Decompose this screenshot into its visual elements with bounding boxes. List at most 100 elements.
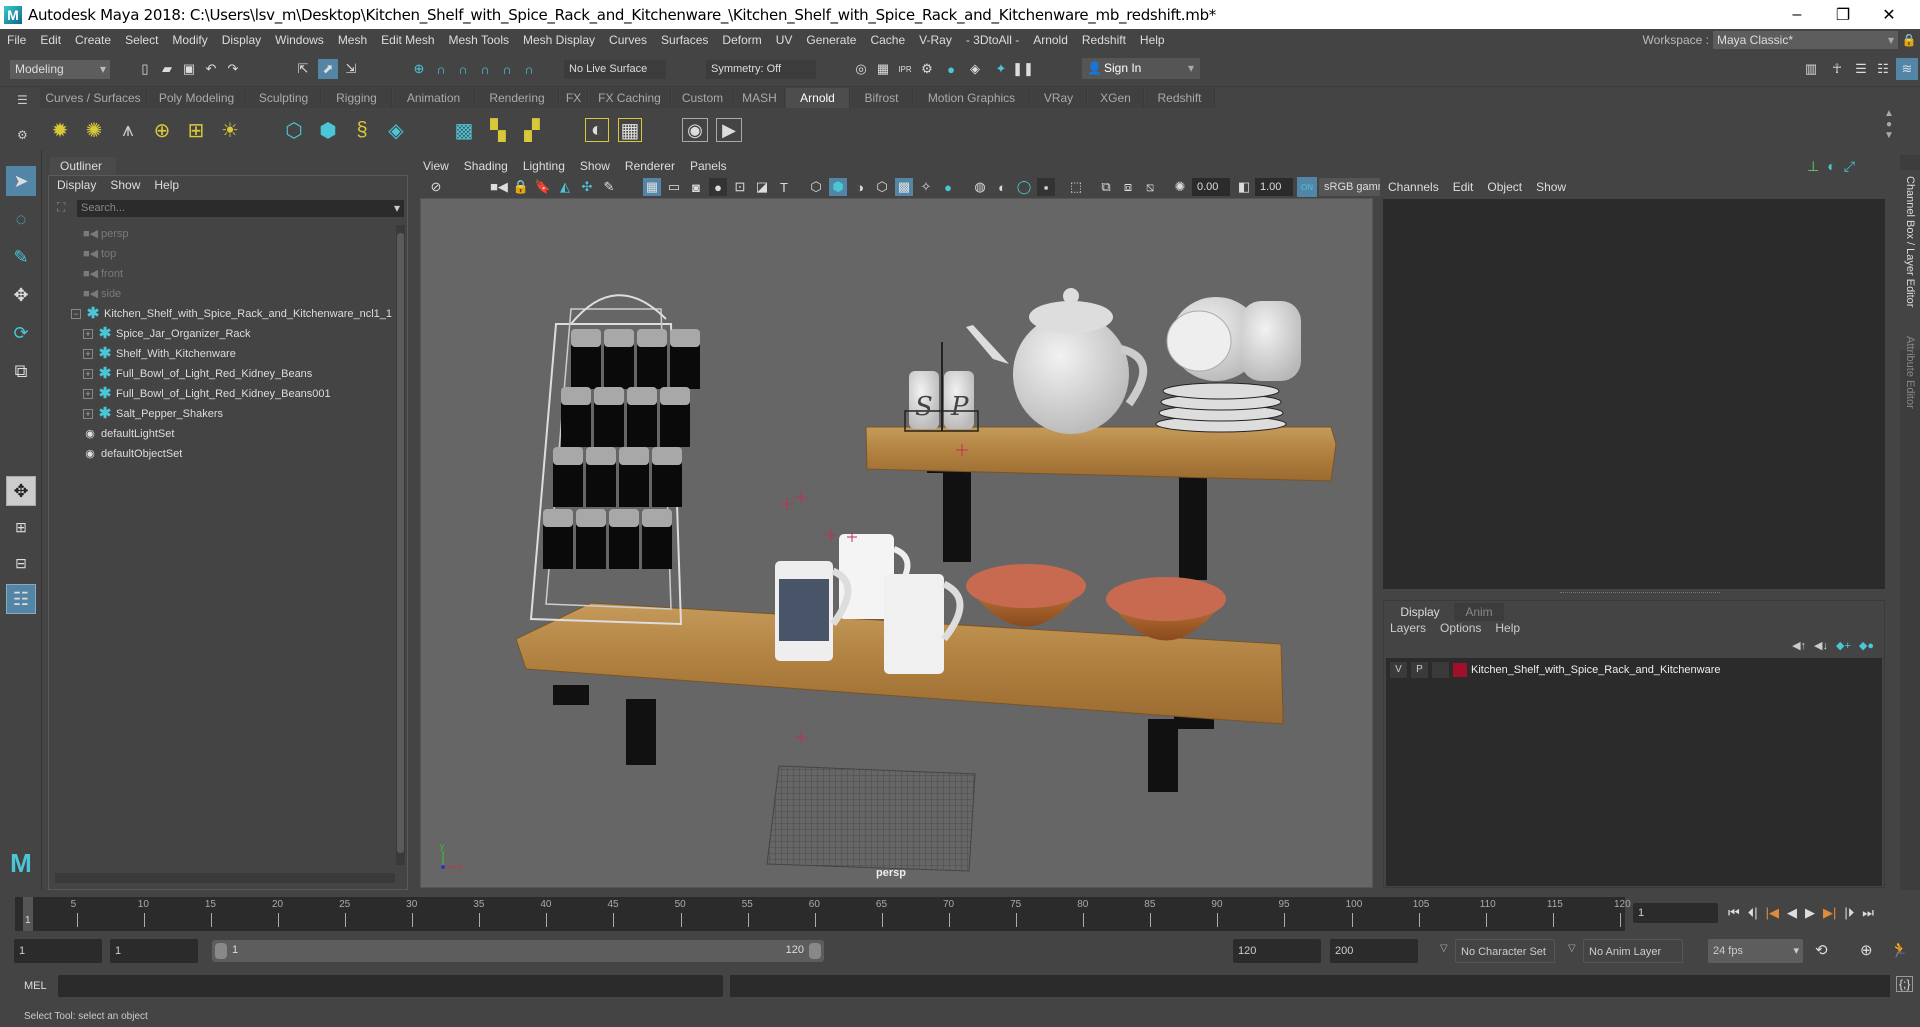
- mel-command-input[interactable]: [58, 975, 723, 997]
- layers-menu-layers[interactable]: Layers: [1390, 621, 1426, 635]
- ipr-render-icon[interactable]: IPR: [896, 60, 914, 78]
- light-portal-icon[interactable]: ⊞: [184, 118, 208, 142]
- panel-splitter[interactable]: [1560, 592, 1720, 593]
- depth-of-field-icon[interactable]: ▪: [1037, 178, 1055, 196]
- select-object-icon[interactable]: ⬈: [318, 59, 338, 79]
- layers-menu-options[interactable]: Options: [1440, 621, 1481, 635]
- gamma-field[interactable]: 1.00: [1255, 178, 1293, 196]
- snap-point-icon[interactable]: ∩: [454, 60, 472, 78]
- expand-icon[interactable]: +: [83, 329, 93, 339]
- hyper-icon[interactable]: ⤢: [1844, 158, 1855, 175]
- shelf-tab-fx-caching[interactable]: FX Caching: [589, 88, 671, 108]
- layer-row[interactable]: V P Kitchen_Shelf_with_Spice_Rack_and_Ki…: [1386, 660, 1882, 680]
- outliner-horizontal-scrollbar[interactable]: [55, 873, 395, 883]
- expand-icon[interactable]: +: [83, 409, 93, 419]
- modeling-toolkit-icon[interactable]: ▥: [1802, 60, 1820, 78]
- xray-icon[interactable]: ⧉: [1097, 178, 1115, 196]
- range-end-handle[interactable]: [809, 943, 821, 959]
- anim-layer-chevron-icon[interactable]: ▽: [1568, 943, 1576, 954]
- lock-icon[interactable]: 🔒: [1898, 33, 1920, 47]
- menu-deform[interactable]: Deform: [715, 33, 768, 47]
- snap-curve-icon[interactable]: ∩: [432, 60, 450, 78]
- 3d-viewport[interactable]: S P y x persp: [420, 198, 1373, 888]
- snap-view-icon[interactable]: ∩: [476, 60, 494, 78]
- outliner-tab[interactable]: Outliner: [50, 157, 116, 175]
- snap-grid-icon[interactable]: ⊕: [410, 60, 428, 78]
- grease-pencil-icon[interactable]: ✎: [600, 178, 618, 196]
- mesh-light-icon[interactable]: ✺: [82, 118, 106, 142]
- open-scene-icon[interactable]: ▰: [158, 60, 176, 78]
- outliner-item-root[interactable]: − ✱ Kitchen_Shelf_with_Spice_Rack_and_Kitc…: [71, 304, 392, 324]
- tx-refresh-icon[interactable]: ▚: [486, 118, 510, 142]
- menu-select[interactable]: Select: [118, 33, 165, 47]
- scene-start-field[interactable]: 1: [14, 939, 102, 963]
- shelf-tab-poly-modeling[interactable]: Poly Modeling: [148, 88, 246, 108]
- outliner-item-child[interactable]: + ✱ Salt_Pepper_Shakers: [83, 404, 223, 424]
- outliner-layout-icon[interactable]: ☷: [6, 584, 36, 614]
- sign-in-button[interactable]: 👤 Sign In ▾: [1082, 58, 1200, 79]
- outliner-vertical-scrollbar[interactable]: [396, 225, 405, 865]
- move-layer-down-icon[interactable]: ◀↓: [1814, 639, 1828, 652]
- character-controls-icon[interactable]: ☥: [1828, 60, 1846, 78]
- undo-icon[interactable]: ↶: [202, 60, 220, 78]
- menu-vray[interactable]: V-Ray: [912, 33, 959, 47]
- smooth-shade-icon[interactable]: ⬢: [829, 178, 847, 196]
- move-tool-icon[interactable]: ✥: [6, 280, 36, 310]
- outliner-item-persp[interactable]: ■◀ persp: [83, 224, 129, 244]
- menu-3dtoall[interactable]: - 3DtoAll -: [959, 33, 1026, 47]
- default-material-icon[interactable]: ◑: [851, 178, 869, 196]
- area-light-icon[interactable]: ✹: [48, 118, 72, 142]
- outliner-item-set[interactable]: ◉ defaultLightSet: [83, 424, 174, 444]
- tx-remove-icon[interactable]: ▞: [520, 118, 544, 142]
- color-management-toggle-icon[interactable]: ON: [1297, 177, 1317, 197]
- camera-attributes-icon[interactable]: ■◀: [490, 178, 508, 196]
- collapse-icon[interactable]: −: [71, 309, 81, 319]
- outliner-item-child[interactable]: + ✱ Full_Bowl_of_Light_Red_Kidney_Beans001: [83, 384, 331, 404]
- move-layer-up-icon[interactable]: ◀↑: [1792, 639, 1806, 652]
- xray-joints-icon[interactable]: ⧈: [1119, 178, 1137, 196]
- scale-tool-icon[interactable]: ⧉: [6, 356, 36, 386]
- new-layer-icon[interactable]: ◆+: [1836, 639, 1851, 652]
- tool-settings-toggle-icon[interactable]: ☷: [1874, 60, 1892, 78]
- create-standin-icon[interactable]: ⬡: [282, 118, 306, 142]
- step-back-frame-icon[interactable]: |◀: [1766, 905, 1779, 921]
- outliner-search-input[interactable]: Search...: [77, 200, 404, 217]
- render-play-icon[interactable]: ▶: [716, 118, 742, 142]
- outliner-item-child[interactable]: + ✱ Full_Bowl_of_Light_Red_Kidney_Beans: [83, 364, 312, 384]
- layer-display-type-toggle[interactable]: [1432, 662, 1449, 678]
- viewport-menu-view[interactable]: View: [423, 159, 449, 173]
- create-curve-collector-icon[interactable]: §: [350, 118, 374, 142]
- shader-ball-icon[interactable]: ◐: [585, 118, 609, 142]
- snap-magnet-icon[interactable]: ∩: [520, 60, 538, 78]
- time-slider[interactable]: 1 5 10 15 20 25 30 35 40 45 50 55 60 65 70 75 80 85 90 95 1…: [15, 897, 1631, 931]
- scene-end-field[interactable]: 200: [1330, 939, 1418, 963]
- pause-viewport-icon[interactable]: ❚❚: [1012, 60, 1034, 78]
- viewport-menu-shading[interactable]: Shading: [464, 159, 508, 173]
- menu-mesh-tools[interactable]: Mesh Tools: [442, 33, 516, 47]
- outliner-item-set[interactable]: ◉ defaultObjectSet: [83, 444, 182, 464]
- film-gate-icon[interactable]: ▭: [665, 178, 683, 196]
- image-plane-icon[interactable]: ◭: [556, 178, 574, 196]
- select-hierarchy-icon[interactable]: ⇱: [294, 60, 312, 78]
- channel-box-area[interactable]: [1383, 199, 1885, 589]
- menu-file[interactable]: File: [0, 33, 33, 47]
- select-component-icon[interactable]: ⇲: [342, 60, 360, 78]
- step-forward-frame-icon[interactable]: ▶|: [1823, 905, 1836, 921]
- outliner-item-side[interactable]: ■◀ side: [83, 284, 121, 304]
- lock-camera-icon[interactable]: 🔒: [512, 178, 530, 196]
- close-button[interactable]: ✕: [1866, 0, 1912, 29]
- tx-manager-icon[interactable]: ▩: [452, 118, 476, 142]
- render-setup-icon[interactable]: ◈: [966, 60, 984, 78]
- channel-box-toggle-icon[interactable]: ≋: [1896, 58, 1918, 80]
- expand-icon[interactable]: +: [83, 349, 93, 359]
- layer-tab-display[interactable]: Display: [1390, 603, 1450, 621]
- menu-uv[interactable]: UV: [769, 33, 800, 47]
- shelf-tab-mash[interactable]: MASH: [735, 88, 785, 108]
- layer-color-swatch[interactable]: [1453, 663, 1467, 677]
- gate-mask-icon[interactable]: ●: [709, 178, 727, 196]
- lasso-tool-icon[interactable]: ◌: [6, 204, 36, 234]
- outliner-item-child[interactable]: + ✱ Spice_Jar_Organizer_Rack: [83, 324, 251, 344]
- menu-windows[interactable]: Windows: [268, 33, 331, 47]
- shelf-tab-xgen[interactable]: XGen: [1088, 88, 1144, 108]
- save-scene-icon[interactable]: ▣: [180, 60, 198, 78]
